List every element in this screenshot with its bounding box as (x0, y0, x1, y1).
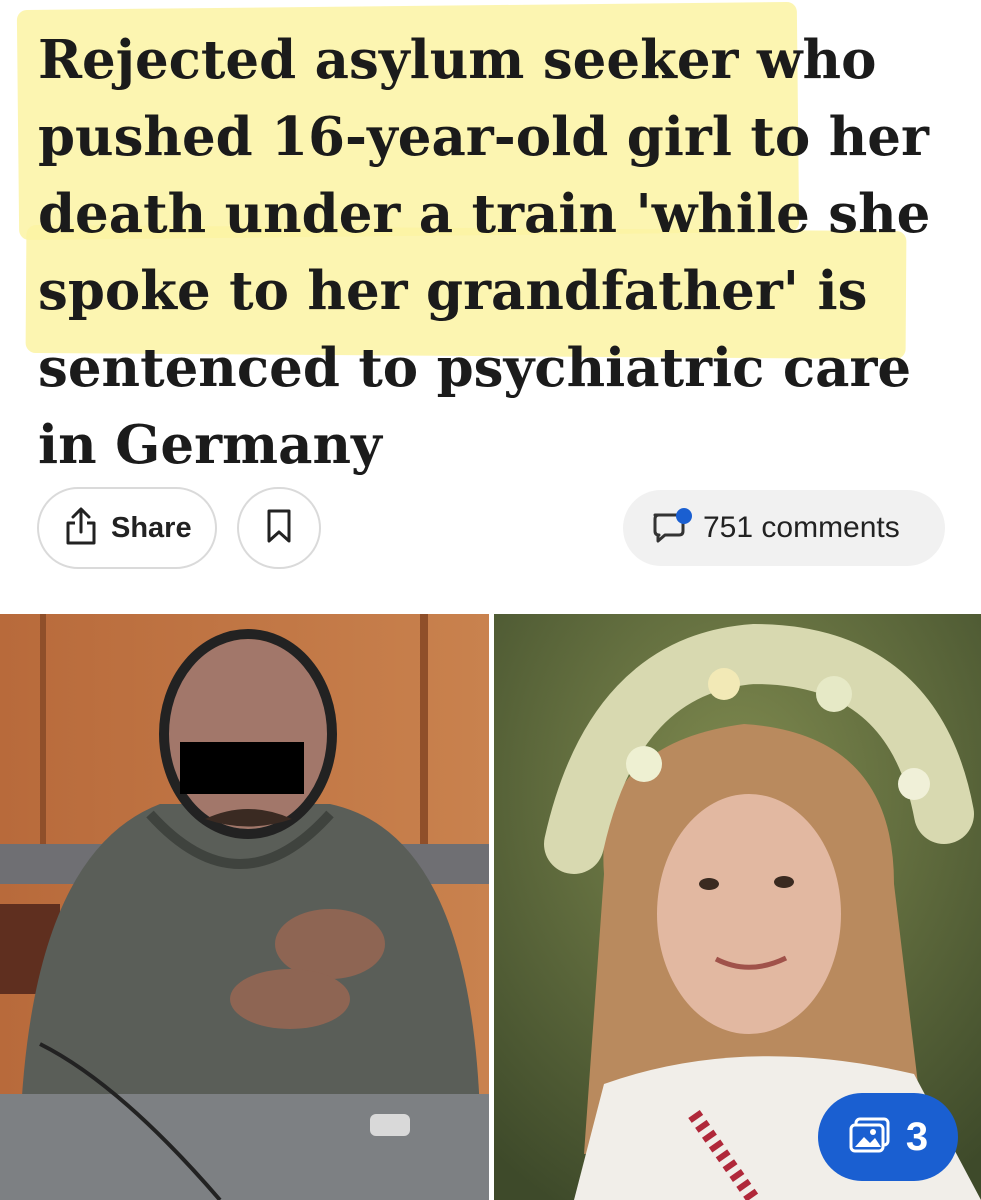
image-gallery-icon (848, 1115, 892, 1160)
share-button[interactable]: Share (37, 487, 217, 569)
article-headline: Rejected asylum seeker who pushed 16-yea… (38, 29, 931, 476)
comments-count: 751 comments (703, 511, 900, 544)
comment-bubble-icon (651, 507, 695, 550)
share-label: Share (111, 511, 192, 544)
share-icon (63, 506, 99, 551)
photo-defendant-in-court[interactable] (0, 614, 489, 1200)
gallery-count-button[interactable]: 3 (818, 1093, 958, 1181)
gallery-count: 3 (905, 1114, 929, 1159)
bookmark-button[interactable] (237, 487, 321, 569)
bookmark-icon (266, 508, 292, 549)
comments-button[interactable]: 751 comments (623, 490, 945, 566)
